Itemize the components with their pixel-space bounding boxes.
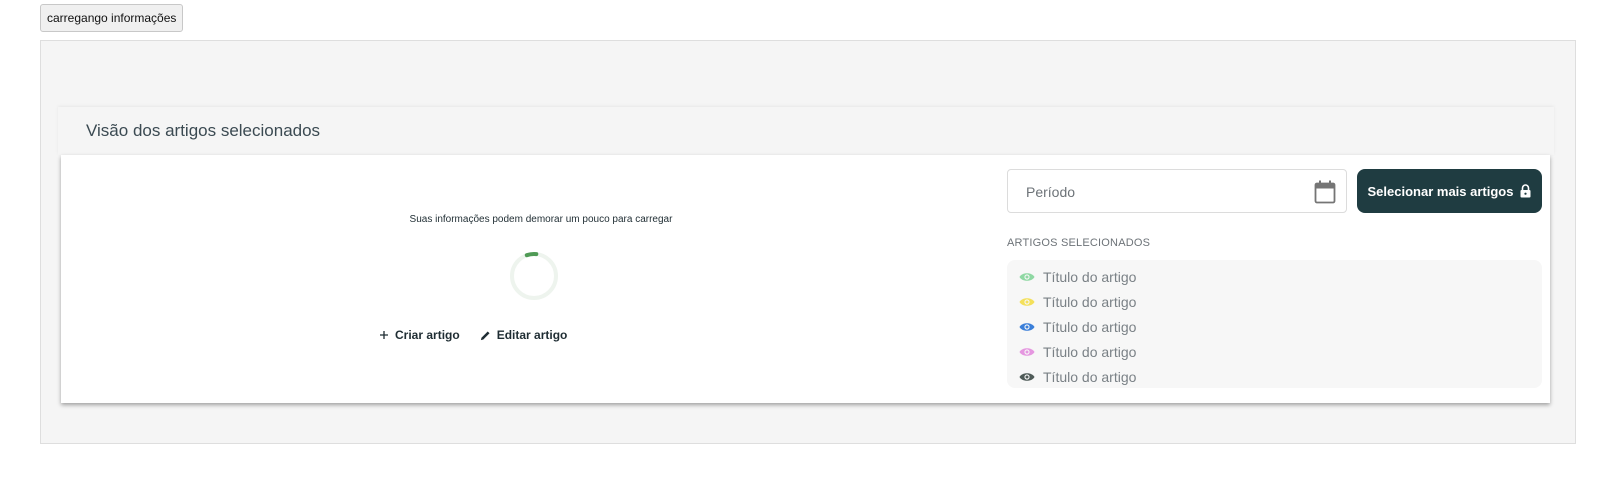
select-more-articles-button[interactable]: Selecionar mais artigos	[1357, 169, 1542, 213]
loading-spinner-icon	[510, 251, 558, 300]
calendar-icon[interactable]	[1314, 180, 1336, 204]
loading-status-button[interactable]: carregango informações	[40, 4, 184, 32]
article-title: Título do artigo	[1043, 368, 1137, 385]
eye-icon[interactable]	[1019, 296, 1035, 308]
article-title: Título do artigo	[1043, 268, 1137, 285]
plus-icon	[380, 331, 388, 339]
article-actions: Criar artigo Editar artigo	[379, 328, 567, 342]
create-article-label: Criar artigo	[395, 328, 460, 342]
card-body: Suas informações podem demorar um pouco …	[61, 155, 1550, 403]
card-title: Visão dos artigos selecionados	[86, 121, 321, 140]
select-more-articles-label: Selecionar mais artigos	[1367, 183, 1514, 199]
lock-icon	[1520, 184, 1531, 198]
selected-article-item[interactable]: Título do artigo	[1019, 339, 1542, 364]
eye-icon[interactable]	[1019, 346, 1035, 358]
selected-articles-list: Título do artigo Título do artigo Título…	[1007, 260, 1542, 388]
pencil-icon	[480, 330, 490, 340]
selected-article-item[interactable]: Título do artigo	[1019, 364, 1542, 389]
selected-article-item[interactable]: Título do artigo	[1019, 314, 1542, 339]
eye-icon[interactable]	[1019, 271, 1035, 283]
loading-notice: Suas informações podem demorar um pouco …	[409, 214, 673, 225]
selected-article-item[interactable]: Título do artigo	[1019, 264, 1542, 289]
eye-icon[interactable]	[1019, 371, 1035, 383]
eye-icon[interactable]	[1019, 321, 1035, 333]
article-title: Título do artigo	[1043, 318, 1137, 335]
period-input[interactable]	[1024, 170, 1298, 214]
edit-article-label: Editar artigo	[496, 328, 568, 342]
create-article-button[interactable]: Criar artigo	[379, 328, 460, 342]
selected-article-item[interactable]: Título do artigo	[1019, 289, 1542, 314]
article-title: Título do artigo	[1043, 343, 1137, 360]
card-header: Visão dos artigos selecionados	[58, 107, 1554, 155]
selected-articles-heading: ARTIGOS SELECIONADOS	[1007, 237, 1151, 249]
article-title: Título do artigo	[1043, 293, 1137, 310]
edit-article-button[interactable]: Editar artigo	[480, 328, 568, 342]
period-field[interactable]	[1007, 169, 1347, 214]
